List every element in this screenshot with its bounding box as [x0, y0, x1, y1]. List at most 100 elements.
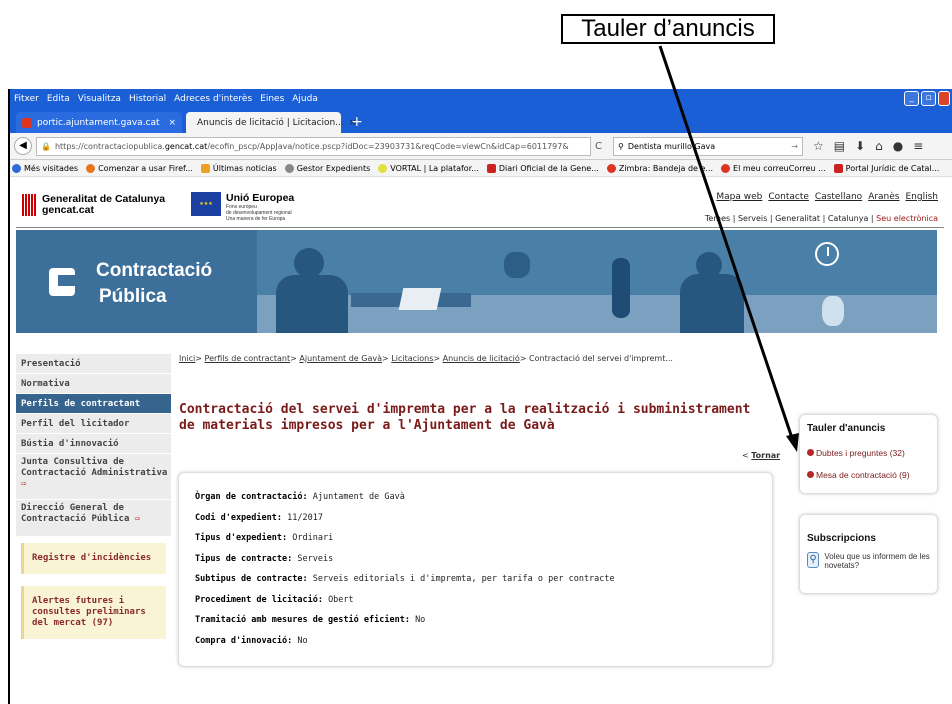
- back-link[interactable]: < Tornar: [742, 451, 780, 460]
- close-window-button[interactable]: [938, 91, 950, 106]
- menu-icon[interactable]: ≡: [913, 139, 923, 153]
- tornar-link[interactable]: Tornar: [751, 451, 780, 460]
- banner: Contractació Pública: [16, 230, 937, 333]
- tab-label: portic.ajuntament.gava.cat: [37, 117, 160, 128]
- sidebar-item-normativa[interactable]: Normativa: [16, 374, 171, 394]
- sidebar-item-perfils[interactable]: Perfils de contractant: [16, 394, 171, 414]
- banner-logo[interactable]: Contractació Pública: [16, 230, 257, 333]
- magnifier-icon: ⚲: [807, 552, 820, 568]
- gencat-logo[interactable]: Generalitat de Catalunya gencat.cat: [22, 194, 165, 216]
- sidebar-item-licitador[interactable]: Perfil del licitador: [16, 414, 171, 434]
- tab-anuncis[interactable]: Anuncis de licitació | Licitacion... ×: [186, 112, 356, 133]
- detail-row: Òrgan de contractació: Ajuntament de Gav…: [195, 492, 405, 502]
- new-tab-button[interactable]: +: [345, 112, 369, 133]
- annotation-label: Tauler d’anuncis: [561, 14, 775, 44]
- home-icon[interactable]: ⌂: [875, 139, 883, 153]
- sidebar-item-bustia[interactable]: Bústia d'innovació: [16, 434, 171, 454]
- bookmark-item[interactable]: Últimas noticias: [200, 163, 277, 173]
- link-temes[interactable]: Temes: [705, 214, 730, 223]
- link-dubtes[interactable]: Dubtes i preguntes (32): [807, 442, 930, 464]
- breadcrumb-ajuntament[interactable]: Ajuntament de Gavà: [299, 354, 382, 363]
- detail-row: Codi d'expedient: 11/2017: [195, 512, 323, 523]
- link-castellano[interactable]: Castellano: [815, 192, 862, 202]
- link-english[interactable]: English: [906, 192, 939, 202]
- link-seu-electronica[interactable]: Seu electrònica: [876, 214, 938, 223]
- menu-fitxer[interactable]: Fitxer: [14, 94, 39, 104]
- person-silhouette-icon: [680, 274, 744, 333]
- bookmark-item[interactable]: VORTAL | La platafor...: [378, 163, 479, 173]
- plant-icon: [504, 252, 530, 278]
- search-value: Dentista murillo Gava: [627, 141, 716, 151]
- detail-row: Tipus de contracte: Serveis: [195, 553, 334, 564]
- external-link-icon: ⇨: [134, 514, 141, 524]
- reading-list-icon[interactable]: ▤: [834, 139, 845, 153]
- bookmark-item[interactable]: Comenzar a usar Firef...: [86, 163, 193, 173]
- link-catalunya[interactable]: Catalunya: [828, 214, 869, 223]
- link-contacte[interactable]: Contacte: [768, 192, 809, 202]
- reload-icon[interactable]: C: [595, 141, 609, 152]
- link-aranes[interactable]: Aranès: [868, 192, 899, 202]
- tab-portic[interactable]: portic.ajuntament.gava.cat ×: [16, 112, 182, 133]
- maximize-button[interactable]: ▫: [921, 91, 936, 106]
- link-serveis[interactable]: Serveis: [738, 214, 767, 223]
- breadcrumb-licitacions[interactable]: Licitacions: [391, 354, 433, 363]
- navigation-bar: ◀ 🔒 https://contractaciopublica.gencat.c…: [10, 133, 952, 160]
- bookmark-item[interactable]: Més visitades: [12, 163, 78, 173]
- link-mesa[interactable]: Mesa de contractació (9): [807, 464, 930, 486]
- menu-adreces[interactable]: Adreces d'interès: [174, 94, 252, 104]
- menu-historial[interactable]: Historial: [129, 94, 166, 104]
- tab-bar: portic.ajuntament.gava.cat × Anuncis de …: [10, 108, 952, 133]
- sub-links: Temes | Serveis | Generalitat | Cataluny…: [704, 214, 938, 223]
- sidebar: Presentació Normativa Perfils de contrac…: [16, 354, 171, 639]
- link-mapa-web[interactable]: Mapa web: [716, 192, 762, 202]
- menu-ajuda[interactable]: Ajuda: [292, 94, 318, 104]
- subscripcions-text: Voleu que us informem de les novetats?: [824, 552, 930, 570]
- eu-sub3: Una manera de fer Europa: [226, 216, 286, 222]
- person-silhouette-icon: [276, 275, 348, 333]
- sidebar-item-direccio[interactable]: Direcció General de Contractació Pública…: [16, 500, 171, 537]
- bookmark-item[interactable]: Zimbra: Bandeja de e...: [606, 163, 713, 173]
- registre-incidencies[interactable]: Registre d'incidències: [21, 543, 166, 574]
- url-prefix: https://contractaciopublica.: [54, 141, 165, 151]
- sidebar-item-label: Direcció General de Contractació Pública: [21, 503, 130, 524]
- bullet-icon: [807, 471, 814, 478]
- bullet-icon: [807, 449, 814, 456]
- back-button[interactable]: ◀: [14, 137, 32, 155]
- breadcrumb-anuncis[interactable]: Anuncis de licitació: [443, 354, 520, 363]
- menu-visualitza[interactable]: Visualitza: [78, 94, 121, 104]
- sidebar-item-junta[interactable]: Junta Consultiva de Contractació Adminis…: [16, 454, 171, 500]
- tauler-title: Tauler d'anuncis: [807, 423, 886, 434]
- minimize-button[interactable]: _: [904, 91, 919, 106]
- details-panel: Òrgan de contractació: Ajuntament de Gav…: [178, 472, 773, 667]
- subscripcions-link[interactable]: ⚲ Voleu que us informem de les novetats?: [807, 552, 930, 570]
- page-title: Contractació del servei d'impremta per a…: [179, 402, 751, 433]
- address-bar[interactable]: 🔒 https://contractaciopublica.gencat.cat…: [36, 136, 591, 156]
- pocket-icon[interactable]: ●: [893, 139, 903, 153]
- top-links: Mapa web Contacte Castellano Aranès Engl…: [716, 192, 938, 202]
- bookmark-star-icon[interactable]: ☆: [813, 139, 824, 153]
- download-icon[interactable]: ⬇: [855, 139, 865, 153]
- menu-edita[interactable]: Edita: [47, 94, 70, 104]
- eu-logo: ★★★ Unió Europea Fons europeu de desenvo…: [191, 192, 294, 222]
- person-silhouette-icon: [294, 248, 324, 278]
- tauler-panel: Tauler d'anuncis Dubtes i preguntes (32)…: [799, 414, 938, 494]
- link-generalitat[interactable]: Generalitat: [775, 214, 820, 223]
- close-tab-icon[interactable]: ×: [168, 118, 176, 128]
- breadcrumb-inici[interactable]: Inici: [179, 354, 195, 363]
- bookmark-item[interactable]: Diari Oficial de la Gene...: [486, 163, 599, 173]
- breadcrumb-perfils[interactable]: Perfils de contractant: [205, 354, 291, 363]
- search-go-icon[interactable]: →: [791, 142, 798, 151]
- detail-row: Tramitació amb mesures de gestió eficien…: [195, 615, 426, 625]
- banner-title-2: Pública: [99, 286, 167, 307]
- search-icon: ⚲: [618, 141, 624, 151]
- plant-icon: [822, 296, 844, 326]
- subscripcions-panel: Subscripcions ⚲ Voleu que us informem de…: [799, 514, 938, 594]
- menu-eines[interactable]: Eines: [260, 94, 284, 104]
- alertes-futures[interactable]: Alertes futures i consultes preliminars …: [21, 586, 166, 639]
- bookmark-item[interactable]: Portal Jurídic de Catal...: [833, 163, 939, 173]
- search-field[interactable]: ⚲ Dentista murillo Gava →: [613, 136, 803, 156]
- bookmark-item[interactable]: El meu correuCorreu ...: [721, 163, 826, 173]
- url-rest: /ecofin_pscp/AppJava/notice.pscp?idDoc=2…: [207, 141, 569, 151]
- bookmark-item[interactable]: Gestor Expedients: [284, 163, 370, 173]
- sidebar-item-presentacio[interactable]: Presentació: [16, 354, 171, 374]
